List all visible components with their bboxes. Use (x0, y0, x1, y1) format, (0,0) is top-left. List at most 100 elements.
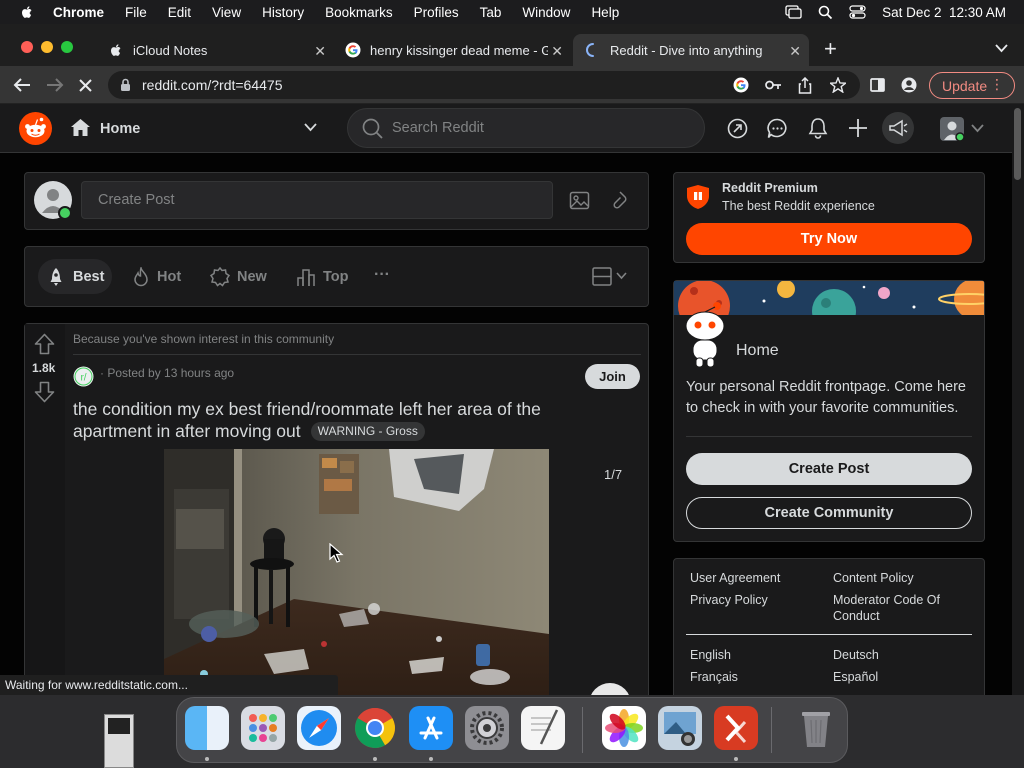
sort-new[interactable]: New (210, 267, 267, 287)
menu-view[interactable]: View (212, 5, 241, 20)
system-settings-icon[interactable] (465, 706, 509, 750)
sort-best[interactable]: Best (46, 268, 104, 286)
language-deutsch[interactable]: Deutsch (833, 647, 879, 663)
tab-close-icon[interactable]: ✕ (789, 43, 801, 60)
menu-help[interactable]: Help (591, 5, 619, 20)
trash-icon[interactable] (794, 706, 838, 750)
rocket-icon (50, 268, 62, 286)
tab-label: iCloud Notes (133, 42, 208, 58)
menu-history[interactable]: History (262, 5, 304, 20)
photos-icon[interactable] (602, 706, 646, 750)
upvote-arrow-icon[interactable] (34, 333, 55, 355)
chat-icon[interactable] (767, 118, 788, 139)
try-premium-button[interactable]: Try Now (686, 223, 972, 255)
user-agreement-link[interactable]: User Agreement (690, 570, 780, 586)
new-tab-button[interactable]: + (824, 38, 837, 60)
user-menu-chevron-icon[interactable] (971, 124, 984, 133)
stop-loading-icon[interactable] (78, 78, 93, 93)
url-text[interactable]: reddit.com/?rdt=64475 (142, 77, 282, 93)
textedit-icon[interactable] (521, 706, 565, 750)
menu-window[interactable]: Window (522, 5, 570, 20)
app-store-icon[interactable] (409, 706, 453, 750)
sort-hot[interactable]: Hot (132, 267, 182, 287)
spotlight-search-icon[interactable] (818, 5, 833, 20)
language-francais[interactable]: Français (690, 669, 738, 685)
window-close-button[interactable] (21, 41, 33, 53)
post-title[interactable]: the condition my ex best friend/roommate… (73, 398, 633, 442)
join-button[interactable]: Join (585, 364, 640, 389)
create-post-button[interactable]: Create Post (686, 453, 972, 485)
language-english[interactable]: English (690, 647, 731, 663)
feed-selector-chevron-icon[interactable] (304, 123, 317, 132)
moderator-code-link[interactable]: Moderator Code Of Conduct (833, 592, 940, 624)
preview-icon[interactable] (658, 706, 702, 750)
post-gallery-image[interactable] (164, 449, 549, 695)
share-icon[interactable] (798, 77, 812, 94)
view-layout-chevron-icon[interactable] (616, 272, 627, 280)
view-layout-icon[interactable] (592, 267, 612, 286)
create-post-avatar-icon[interactable] (34, 181, 74, 221)
apple-menu-icon[interactable] (19, 4, 35, 20)
app-store-a-icon (419, 716, 443, 740)
bookmark-star-icon[interactable] (830, 77, 846, 93)
tab-reddit[interactable]: Reddit - Dive into anything ✕ (573, 34, 809, 66)
control-center-icon[interactable] (849, 5, 866, 19)
create-community-button[interactable]: Create Community (686, 497, 972, 529)
menu-bookmarks[interactable]: Bookmarks (325, 5, 393, 20)
post-flair[interactable]: WARNING - Gross (310, 421, 425, 441)
sort-more-icon[interactable]: ··· (374, 266, 390, 284)
remote-desktop-icon[interactable] (714, 706, 758, 750)
try-premium-label: Try Now (800, 231, 858, 247)
tab-google-search[interactable]: henry kissinger dead meme - G ✕ (335, 34, 571, 66)
popular-arrow-icon[interactable] (727, 118, 748, 139)
thumbnail-screen (108, 718, 130, 734)
tab-close-icon[interactable]: ✕ (314, 43, 326, 60)
tab-close-icon[interactable]: ✕ (551, 43, 563, 60)
user-avatar-icon[interactable] (939, 116, 965, 142)
language-espanol[interactable]: Español (833, 669, 878, 685)
window-minimize-button[interactable] (41, 41, 53, 53)
content-policy-link[interactable]: Content Policy (833, 570, 914, 586)
tab-search-chevron-icon[interactable] (995, 44, 1008, 53)
window-zoom-button[interactable] (61, 41, 73, 53)
side-panel-icon[interactable] (870, 78, 885, 92)
chrome-update-button[interactable]: Update ⋮ (929, 72, 1015, 99)
link-icon[interactable] (611, 190, 629, 211)
notification-bell-icon[interactable] (808, 117, 828, 139)
subreddit-icon[interactable]: r/ (73, 366, 94, 387)
screen-mirroring-icon[interactable] (785, 5, 802, 19)
page-scrollbar-track[interactable] (1012, 104, 1024, 695)
tab-icloud-notes[interactable]: iCloud Notes ✕ (98, 34, 334, 66)
menubar-clock[interactable]: Sat Dec 2 12:30 AM (882, 5, 1006, 20)
gear-icon (470, 711, 504, 745)
feed-selector-label[interactable]: Home (100, 121, 140, 137)
home-icon[interactable] (70, 118, 91, 137)
create-post-plus-icon[interactable] (848, 118, 868, 138)
lock-icon[interactable] (120, 78, 131, 92)
password-key-icon[interactable] (765, 78, 782, 92)
finder-icon[interactable] (185, 706, 229, 750)
sort-top[interactable]: Top (296, 268, 349, 286)
launchpad-icon[interactable] (241, 706, 285, 750)
menu-tab[interactable]: Tab (480, 5, 502, 20)
image-upload-icon[interactable] (569, 190, 590, 211)
sort-top-label: Top (323, 269, 349, 285)
chrome-running-indicator (373, 757, 377, 761)
menu-profiles[interactable]: Profiles (414, 5, 459, 20)
photos-flower-icon (605, 709, 643, 747)
back-arrow-icon[interactable] (13, 77, 31, 93)
privacy-policy-link[interactable]: Privacy Policy (690, 592, 768, 608)
reddit-logo-icon[interactable] (19, 112, 52, 145)
menu-file[interactable]: File (125, 5, 147, 20)
menu-app-name[interactable]: Chrome (53, 5, 104, 20)
safari-icon[interactable] (297, 706, 341, 750)
downvote-arrow-icon[interactable] (34, 381, 55, 403)
google-lens-icon[interactable] (733, 77, 749, 93)
menu-edit[interactable]: Edit (168, 5, 191, 20)
chrome-dock-icon[interactable] (353, 706, 397, 750)
page-scrollbar-thumb[interactable] (1014, 108, 1021, 180)
sort-hot-label: Hot (157, 269, 182, 285)
post-meta[interactable]: · Posted by 13 hours ago (100, 366, 234, 380)
profile-icon[interactable] (901, 77, 917, 93)
forward-arrow-icon[interactable] (46, 77, 64, 93)
